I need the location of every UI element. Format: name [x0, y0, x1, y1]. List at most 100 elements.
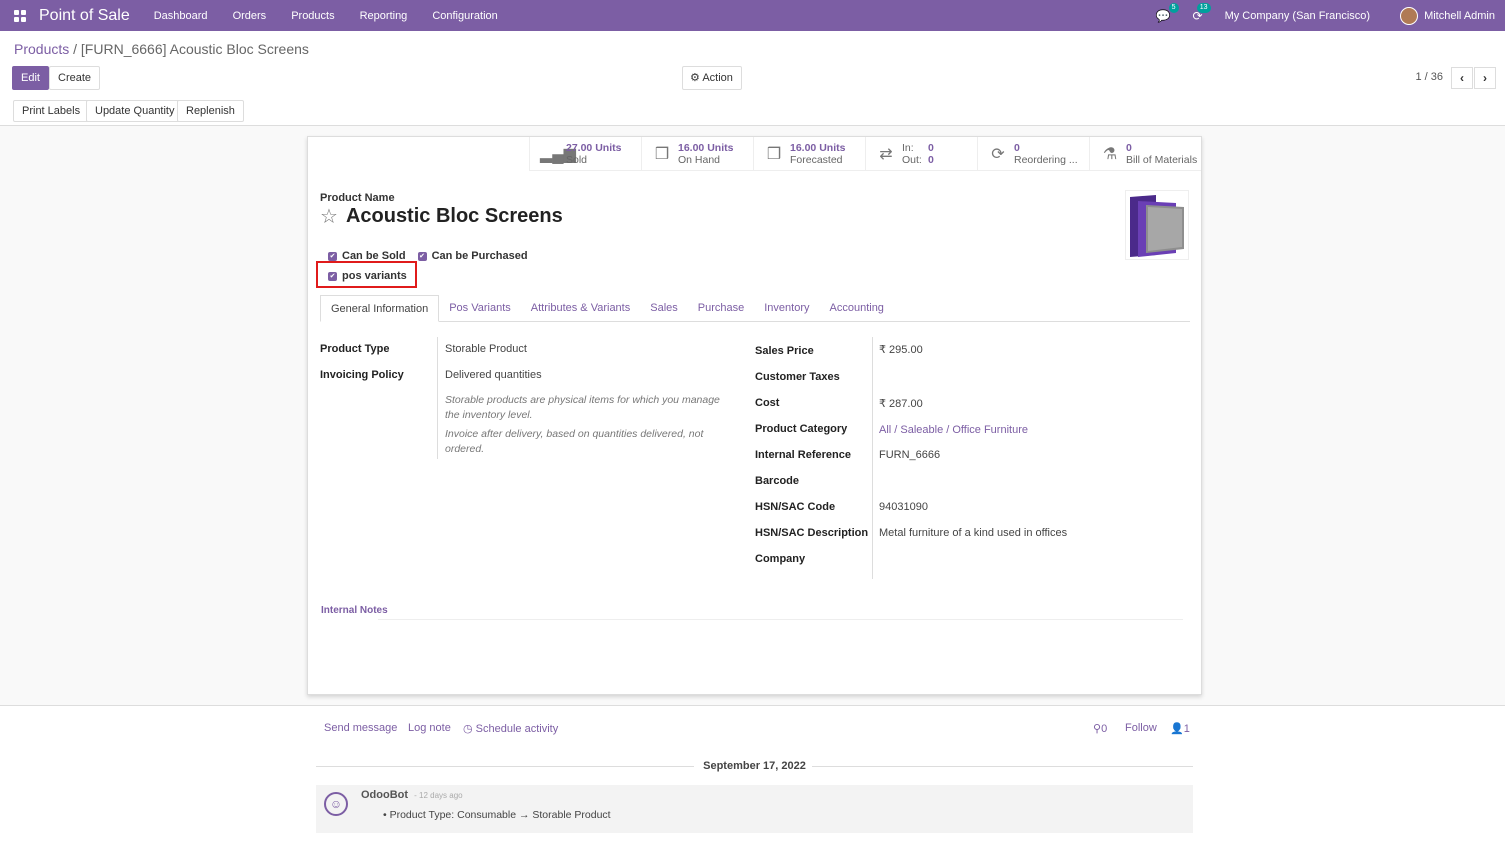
forecast-smart-button[interactable]: ❒ 16.00 Units Forecasted [753, 137, 865, 171]
product-name: ☆ Acoustic Bloc Screens [320, 204, 563, 229]
action-button[interactable]: ⚙ Action [682, 66, 742, 90]
invoicing-policy-field[interactable]: Delivered quantities [445, 369, 542, 381]
pager-next-button[interactable]: › [1474, 67, 1496, 89]
pager-previous-button[interactable]: ‹ [1451, 67, 1473, 89]
user-avatar[interactable] [1400, 6, 1419, 25]
menu-products[interactable]: Products [291, 10, 334, 22]
menu-dashboard[interactable]: Dashboard [154, 10, 208, 22]
tab-inventory[interactable]: Inventory [754, 295, 819, 321]
in-out-smart-button[interactable]: ⇄ In: 0 Out: 0 [865, 137, 977, 171]
breadcrumb-current: [FURN_6666] Acoustic Bloc Screens [80, 41, 309, 57]
customer-taxes-label: Customer Taxes [755, 371, 840, 383]
log-note-button[interactable]: Log note [408, 722, 451, 734]
user-icon: 👤 [1170, 723, 1184, 735]
sold-value: 27.00 Units [566, 142, 622, 154]
product-image[interactable] [1125, 190, 1189, 260]
update-quantity-button[interactable]: Update Quantity [86, 100, 184, 122]
tab-accounting[interactable]: Accounting [820, 295, 894, 321]
replenish-button[interactable]: Replenish [177, 100, 244, 122]
user-menu[interactable]: Mitchell Admin [1424, 10, 1495, 22]
product-type-field[interactable]: Storable Product [445, 343, 527, 355]
menu-configuration[interactable]: Configuration [432, 10, 497, 22]
company-label: Company [755, 553, 806, 565]
internal-notes-label: Internal Notes [321, 605, 388, 616]
message-item: ☺ OdooBot - 12 days ago • Product Type: … [316, 785, 1193, 833]
sales-price-label: Sales Price [755, 345, 814, 357]
reorder-value: 0 [1014, 142, 1020, 154]
internal-reference-field[interactable]: FURN_6666 [879, 449, 940, 461]
onhand-label: On Hand [678, 154, 721, 166]
schedule-activity-button[interactable]: ◷ Schedule activity [463, 722, 558, 735]
forecast-label: Forecasted [790, 154, 843, 166]
product-category-field[interactable]: All / Saleable / Office Furniture [879, 424, 1028, 436]
breadcrumb-products[interactable]: Products [14, 41, 69, 57]
breadcrumb-separator: / [73, 41, 78, 57]
invoicing-policy-help: Invoice after delivery, based on quantit… [445, 428, 704, 455]
followers-button[interactable]: 👤1 [1170, 722, 1190, 735]
hsn-description-label: HSN/SAC Description [755, 527, 869, 539]
message-body: • Product Type: Consumable → Storable Pr… [383, 809, 611, 821]
in-label: In: [902, 142, 914, 154]
apps-menu-icon[interactable] [14, 9, 26, 22]
attachments-count: 0 [1101, 723, 1108, 735]
send-message-button[interactable]: Send message [324, 722, 397, 734]
bom-label: Bill of Materials [1126, 154, 1198, 166]
top-navbar: Point of Sale Dashboard Orders Products … [0, 0, 1505, 31]
date-label: September 17, 2022 [703, 760, 806, 772]
tab-purchase[interactable]: Purchase [688, 295, 754, 321]
reorder-label: Reordering ... [1014, 154, 1078, 166]
message-author: OdooBot - 12 days ago [361, 789, 463, 801]
hsn-description-field[interactable]: Metal furniture of a kind used in office… [879, 527, 1067, 539]
author-name[interactable]: OdooBot [361, 789, 408, 801]
exchange-icon: ⇄ [879, 146, 893, 163]
hsn-code-field[interactable]: 94031090 [879, 501, 928, 513]
signal-chart-icon: ▂▄▆ [540, 146, 576, 163]
star-icon[interactable]: ☆ [320, 204, 338, 229]
clock-icon: ◷ [463, 723, 476, 735]
tab-attributes-variants[interactable]: Attributes & Variants [521, 295, 640, 321]
reordering-smart-button[interactable]: ⟳ 0 Reordering ... [977, 137, 1089, 171]
schedule-activity-label: Schedule activity [475, 723, 559, 735]
print-labels-button[interactable]: Print Labels [13, 100, 90, 122]
create-button[interactable]: Create [49, 66, 101, 90]
follow-button[interactable]: Follow [1125, 722, 1157, 734]
tab-pos-variants[interactable]: Pos Variants [439, 295, 521, 321]
left-group-divider [437, 337, 438, 459]
chatter: Send message Log note ◷ Schedule activit… [0, 705, 1505, 844]
tracking-value: Product Type: Consumable → Storable Prod… [389, 809, 611, 821]
onhand-value: 16.00 Units [678, 142, 734, 154]
edit-button[interactable]: Edit [12, 66, 49, 90]
can-be-purchased-checkbox[interactable]: ✔ [417, 251, 427, 261]
sold-smart-button[interactable]: ▂▄▆ 27.00 Units Sold [529, 137, 641, 171]
notebook-tabs: General Information Pos Variants Attribu… [320, 295, 1190, 322]
menu-orders[interactable]: Orders [233, 10, 267, 22]
hsn-code-label: HSN/SAC Code [755, 501, 836, 513]
chat-icon[interactable]: 💬 5 [1156, 2, 1179, 23]
product-type-label: Product Type [320, 343, 390, 355]
company-switcher[interactable]: My Company (San Francisco) [1225, 10, 1371, 22]
cost-field[interactable]: ₹ 287.00 [879, 397, 923, 410]
action-label: Action [702, 72, 733, 84]
can-be-sold-checkbox[interactable]: ✔ [328, 251, 337, 261]
gear-icon: ⚙ [690, 72, 703, 84]
activity-clock-icon[interactable]: ⟳ 13 [1193, 2, 1211, 23]
product-name-value: Acoustic Bloc Screens [345, 205, 563, 227]
tab-general-information[interactable]: General Information [320, 295, 440, 322]
product-image-graphic [1130, 195, 1184, 257]
tab-sales[interactable]: Sales [640, 295, 688, 321]
message-time: - 12 days ago [414, 791, 463, 800]
attachments-button[interactable]: ⚲0 [1093, 722, 1107, 735]
sales-price-field[interactable]: ₹ 295.00 [879, 343, 923, 356]
cost-label: Cost [755, 397, 780, 409]
out-value: 0 [928, 154, 934, 166]
onhand-smart-button[interactable]: ❒ 16.00 Units On Hand [641, 137, 753, 171]
chat-badge: 5 [1168, 2, 1179, 13]
bom-value: 0 [1126, 142, 1132, 154]
bom-smart-button[interactable]: ⚗ 0 Bill of Materials [1089, 137, 1201, 171]
menu-reporting[interactable]: Reporting [360, 10, 408, 22]
product-category-label: Product Category [755, 423, 848, 435]
app-title[interactable]: Point of Sale [39, 7, 130, 25]
out-label: Out: [902, 154, 922, 166]
pager-value[interactable]: 1 / 36 [1415, 71, 1443, 83]
refresh-icon: ⟳ [991, 146, 1005, 163]
